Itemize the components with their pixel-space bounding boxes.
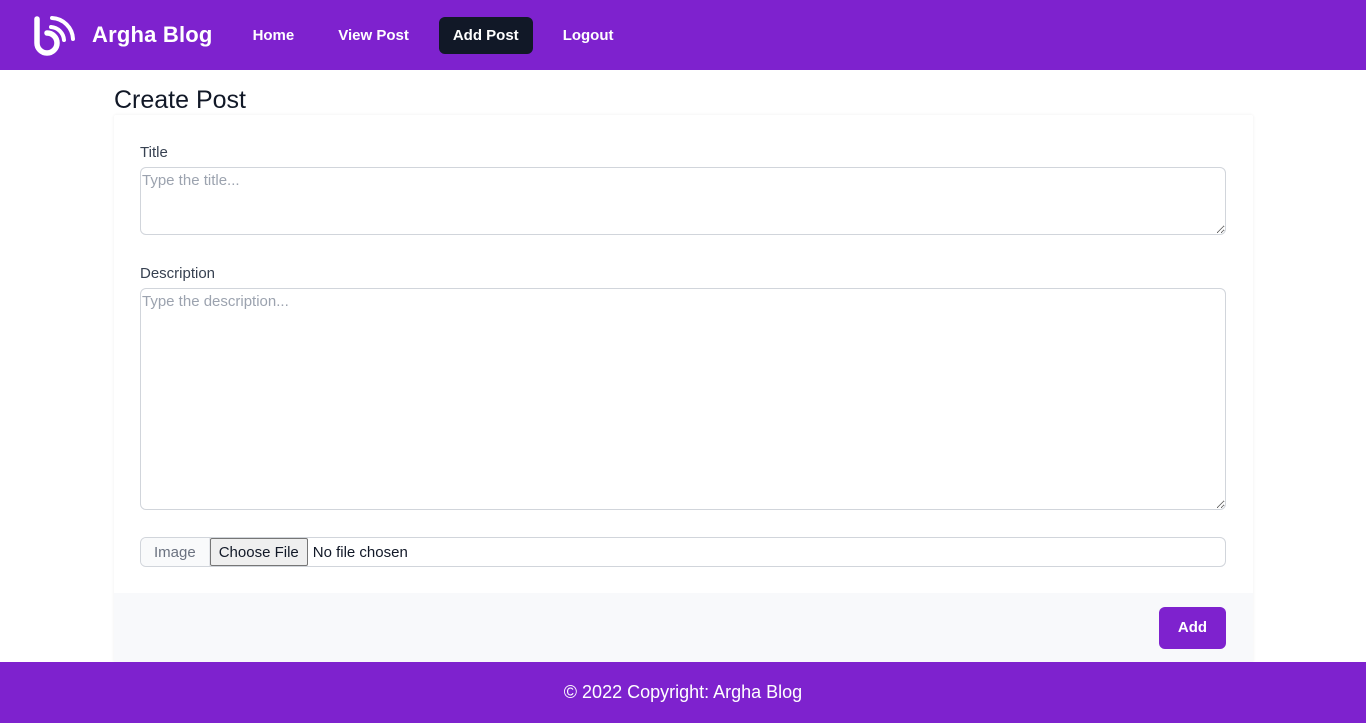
nav-view-post[interactable]: View Post — [324, 17, 423, 54]
nav-home[interactable]: Home — [239, 17, 309, 54]
nav-add-post[interactable]: Add Post — [438, 16, 533, 54]
description-label: Description — [140, 265, 216, 282]
create-post-card: Title Description Image Choose File No f… — [114, 115, 1253, 662]
title-input[interactable] — [140, 167, 1226, 235]
nav-logout[interactable]: Logout — [549, 17, 628, 54]
title-label: Title — [140, 144, 168, 161]
top-navbar: Argha Blog Home View Post Add Post Logou… — [0, 0, 1366, 70]
copyright-text: © 2022 Copyright: Argha Blog — [563, 682, 803, 702]
file-status: No file chosen — [312, 543, 408, 561]
card-footer: Add — [114, 593, 1253, 662]
nav-links: Home View Post Add Post Logout — [239, 16, 644, 54]
brand[interactable]: Argha Blog — [33, 13, 213, 57]
page-title: Create Post — [114, 86, 247, 114]
image-upload-group: Image Choose File No file chosen — [140, 537, 1226, 567]
brand-name: Argha Blog — [92, 22, 213, 47]
page-footer: © 2022 Copyright: Argha Blog — [0, 662, 1366, 723]
blog-rss-logo-icon — [34, 16, 75, 56]
image-label: Image — [141, 538, 210, 566]
add-button[interactable]: Add — [1159, 606, 1226, 649]
choose-file-button[interactable]: Choose File — [209, 538, 308, 566]
create-post-form: Title Description Image Choose File No f… — [114, 115, 1253, 567]
description-input[interactable] — [140, 288, 1226, 510]
